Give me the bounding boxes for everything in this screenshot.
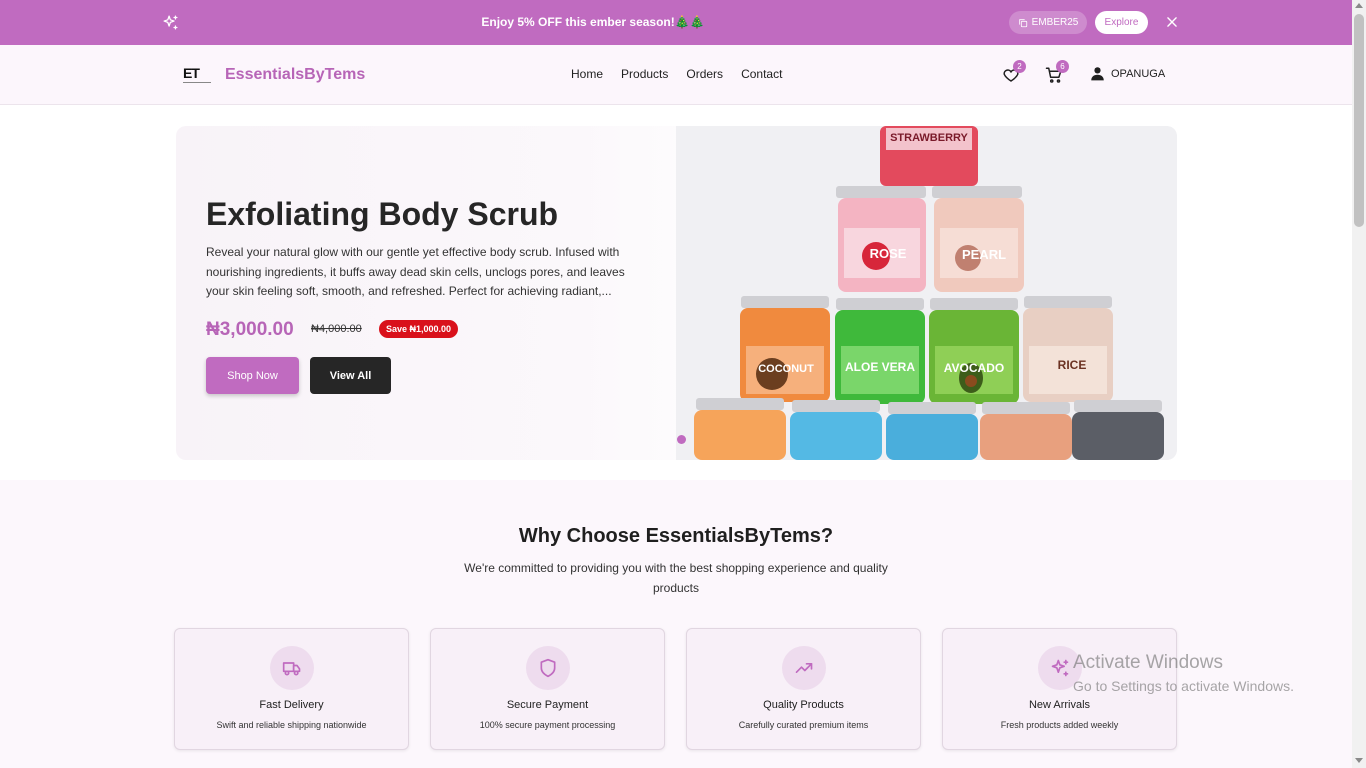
view-all-button[interactable]: View All <box>310 357 391 394</box>
cart-button[interactable]: 6 <box>1045 60 1069 84</box>
explore-button[interactable]: Explore <box>1095 11 1148 34</box>
sparkles-icon <box>1038 646 1082 690</box>
trending-up-icon <box>782 646 826 690</box>
jar-label-coconut: COCONUT <box>758 363 814 375</box>
feature-card-new-arrivals: New Arrivals Fresh products added weekly <box>942 628 1177 750</box>
cart-count-badge: 6 <box>1056 60 1069 73</box>
feature-card-secure-payment: Secure Payment 100% secure payment proce… <box>430 628 665 750</box>
shop-now-button[interactable]: Shop Now <box>206 357 299 394</box>
feature-card-fast-delivery: Fast Delivery Swift and reliable shippin… <box>174 628 409 750</box>
scroll-up-arrow-icon[interactable] <box>1355 3 1363 8</box>
jar-label-rice: RICE <box>1058 358 1087 372</box>
top-navigation: ET EssentialsByTems Home Products Orders… <box>0 45 1352 105</box>
close-icon[interactable] <box>1165 15 1179 29</box>
promo-code: EMBER25 <box>1031 17 1079 28</box>
jar-label-strawberry: STRAWBERRY <box>890 132 968 144</box>
scroll-down-arrow-icon[interactable] <box>1355 758 1363 763</box>
nav-link-home[interactable]: Home <box>571 67 603 81</box>
feature-title: Secure Payment <box>506 699 589 711</box>
user-menu[interactable]: OPANUGA <box>1090 66 1165 81</box>
jar-coconut: COCONUT <box>740 296 830 402</box>
nav-link-contact[interactable]: Contact <box>741 67 782 81</box>
section-subtitle: We're committed to providing you with th… <box>464 561 888 595</box>
carousel-dot-active[interactable] <box>677 435 686 444</box>
why-choose-section: Why Choose EssentialsByTems? We're commi… <box>0 480 1352 768</box>
nav-link-products[interactable]: Products <box>621 67 668 81</box>
brand-name[interactable]: EssentialsByTems <box>225 66 365 84</box>
logo[interactable]: ET <box>183 65 213 87</box>
feature-desc: Fresh products added weekly <box>1000 720 1119 730</box>
jar-label-rose: ROSE <box>870 246 907 261</box>
feature-desc: Carefully curated premium items <box>738 720 869 730</box>
scrollbar-thumb[interactable] <box>1354 14 1364 227</box>
nav-link-orders[interactable]: Orders <box>686 67 723 81</box>
feature-card-quality-products: Quality Products Carefully curated premi… <box>686 628 921 750</box>
feature-title: Fast Delivery <box>259 699 324 711</box>
scrub-jars-pyramid-image: STRAWBERRY ROSE PEARL COCONUT ALOE VERA … <box>676 126 1177 460</box>
jar-avocado: AVOCADO <box>929 298 1019 404</box>
copy-icon <box>1018 18 1027 27</box>
jar-bottom-row <box>694 398 1164 460</box>
nav-links: Home Products Orders Contact <box>571 67 782 81</box>
section-title: Why Choose EssentialsByTems? <box>518 525 834 547</box>
hero-title: Exfoliating Body Scrub <box>206 196 559 232</box>
jar-rice: RICE <box>1023 296 1113 402</box>
wishlist-button[interactable]: 2 <box>1002 60 1026 84</box>
jar-pearl: PEARL <box>932 186 1024 292</box>
user-name: OPANUGA <box>1111 67 1166 80</box>
hero-description: Reveal your natural glow with our gentle… <box>206 245 625 298</box>
jar-label-aloe-vera: ALOE VERA <box>845 360 915 374</box>
logo-mark-text: ET <box>183 65 200 81</box>
hero-product-image: STRAWBERRY ROSE PEARL COCONUT ALOE VERA … <box>676 126 1177 460</box>
hero-price: ₦3,000.00 <box>206 319 294 340</box>
jar-strawberry: STRAWBERRY <box>880 126 978 186</box>
save-badge: Save ₦1,000.00 <box>379 320 459 338</box>
user-icon <box>1091 67 1104 81</box>
promo-code-button[interactable]: EMBER25 <box>1009 11 1087 34</box>
shield-icon <box>526 646 570 690</box>
promo-bar: Enjoy 5% OFF this ember season!🎄🎄 EMBER2… <box>0 0 1352 45</box>
hero-old-price: ₦4,000.00 <box>311 323 362 335</box>
jar-rose: ROSE <box>836 186 926 292</box>
feature-desc: Swift and reliable shipping nationwide <box>216 720 367 730</box>
jar-label-pearl: PEARL <box>962 247 1006 262</box>
logo-underline <box>183 82 211 83</box>
feature-title: New Arrivals <box>1028 699 1091 711</box>
feature-title: Quality Products <box>763 699 844 711</box>
jar-label-avocado: AVOCADO <box>944 361 1004 375</box>
truck-icon <box>270 646 314 690</box>
hero-banner: Exfoliating Body Scrub Reveal your natur… <box>176 126 1177 460</box>
jar-aloe: ALOE VERA <box>835 298 925 404</box>
page-scrollbar[interactable] <box>1352 0 1366 768</box>
feature-desc: 100% secure payment processing <box>479 720 616 730</box>
wishlist-count-badge: 2 <box>1013 60 1026 73</box>
